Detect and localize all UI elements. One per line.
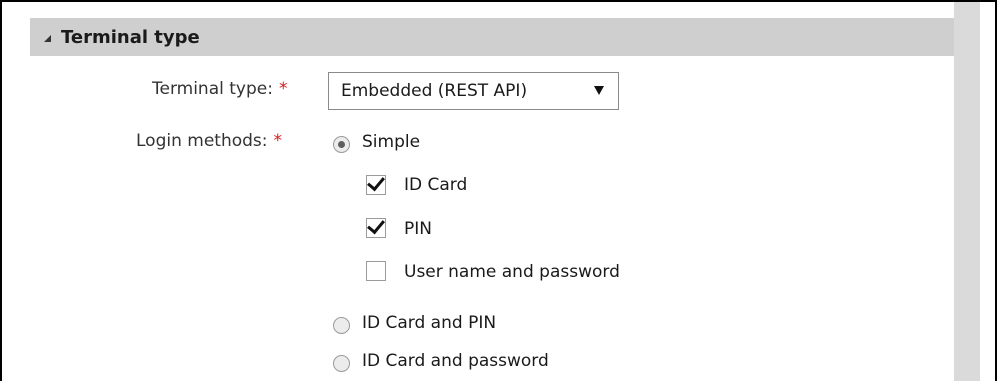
required-mark: *: [278, 79, 288, 99]
required-mark: *: [273, 131, 283, 151]
radio-id-card-and-password-label: ID Card and password: [362, 351, 549, 371]
radio-id-card-and-pin[interactable]: [333, 317, 350, 334]
terminal-type-selected-value: Embedded (REST API): [341, 81, 528, 101]
checkbox-id-card[interactable]: [366, 172, 386, 195]
checkbox-username-password-label: User name and password: [404, 262, 620, 282]
terminal-type-select[interactable]: Embedded (REST API): [328, 72, 619, 110]
vertical-scrollbar[interactable]: [954, 2, 980, 381]
login-methods-label-text: Login methods:: [136, 131, 268, 151]
settings-panel: Terminal type Terminal type: * Embedded (…: [0, 0, 997, 381]
radio-simple[interactable]: [333, 136, 350, 153]
section-header-terminal-type[interactable]: Terminal type: [30, 18, 956, 56]
checkbox-pin[interactable]: [366, 215, 386, 238]
radio-id-card-and-pin-label: ID Card and PIN: [362, 313, 497, 333]
radio-simple-label: Simple: [362, 132, 421, 152]
radio-id-card-and-password[interactable]: [333, 355, 350, 372]
checkmark-icon: [367, 172, 385, 192]
terminal-type-label: Terminal type: *: [152, 79, 287, 99]
login-methods-label: Login methods: *: [136, 131, 282, 151]
terminal-type-label-text: Terminal type:: [152, 79, 273, 99]
checkbox-id-card-label: ID Card: [404, 175, 468, 195]
checkmark-icon: [367, 215, 385, 235]
section-title: Terminal type: [61, 26, 200, 48]
dropdown-arrow-icon: [594, 86, 604, 95]
collapse-triangle-icon[interactable]: [44, 34, 51, 42]
checkbox-pin-label: PIN: [404, 219, 432, 239]
checkbox-username-password[interactable]: [366, 261, 386, 281]
